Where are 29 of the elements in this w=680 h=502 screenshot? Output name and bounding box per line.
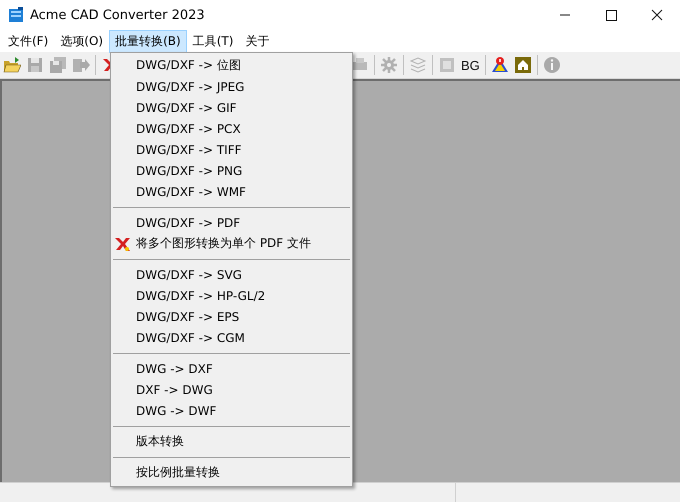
home-icon[interactable] [514, 56, 532, 74]
menu-item[interactable]: DWG/DXF -> TIFF [136, 142, 242, 156]
menu-item[interactable]: DXF -> DWG [136, 382, 213, 396]
menu-item[interactable]: DWG/DXF -> EPS [136, 310, 240, 324]
menu-item[interactable]: DWG/DXF -> CGM [136, 330, 245, 344]
menu-item[interactable]: 选项(O) [54, 30, 110, 52]
menu-item[interactable]: DWG/DXF -> PCX [136, 122, 241, 136]
menu-item[interactable]: DWG -> DXF [136, 362, 213, 376]
menu-item[interactable]: 文件(F) [2, 30, 54, 52]
background-button[interactable]: BG [461, 58, 480, 72]
menu-item[interactable]: 版本转换 [136, 433, 184, 450]
menu-item[interactable]: 关于 [239, 30, 276, 52]
menu-item[interactable]: 按比例批量转换 [136, 464, 220, 481]
help-icon[interactable] [490, 56, 509, 74]
folder-icon[interactable] [3, 56, 21, 74]
menu-item[interactable]: 批量转换(B) [109, 30, 187, 52]
menu-item[interactable]: DWG/DXF -> PDF [136, 216, 240, 230]
menu-item[interactable]: DWG/DXF -> PNG [136, 164, 242, 178]
menu-item[interactable]: DWG -> DWF [136, 404, 216, 418]
menu-item[interactable]: 工具(T) [186, 30, 240, 52]
window-title: Acme CAD Converter 2023 [30, 8, 205, 22]
menu-item[interactable]: DWG/DXF -> HP-GL/2 [136, 288, 266, 302]
menu-item[interactable]: DWG/DXF -> WMF [136, 184, 246, 198]
menu-item[interactable]: DWG/DXF -> 位图 [136, 57, 241, 74]
menu-item[interactable]: 将多个图形转换为单个 PDF 文件 [136, 235, 312, 252]
menu-item[interactable]: DWG/DXF -> SVG [136, 268, 242, 282]
menu-item[interactable]: DWG/DXF -> JPEG [136, 80, 244, 94]
app-icon [8, 7, 24, 23]
menu-item[interactable]: DWG/DXF -> GIF [136, 100, 237, 114]
